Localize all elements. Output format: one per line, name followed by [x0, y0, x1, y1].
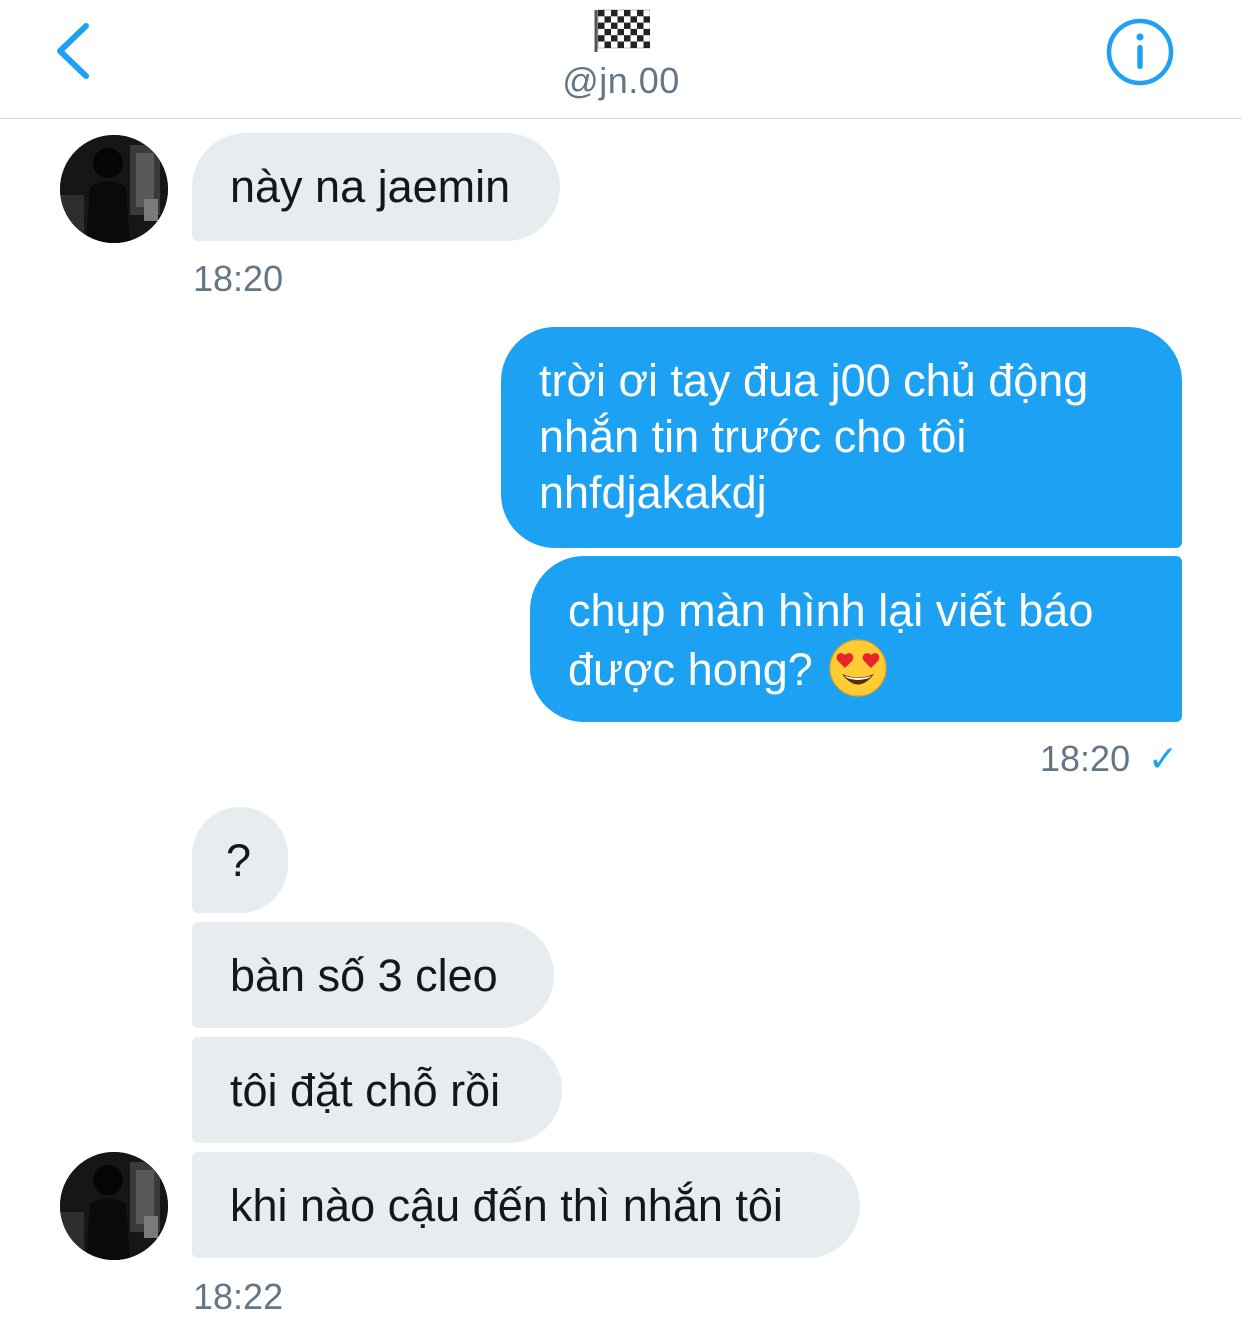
- message-timestamp: 18:20: [1040, 738, 1131, 779]
- avatar[interactable]: [60, 135, 168, 243]
- message-text-line: chụp màn hình lại viết báo: [568, 585, 1094, 636]
- message-text-line: nhfdjakakdj: [539, 467, 767, 518]
- incoming-message-bubble[interactable]: ?: [192, 807, 288, 913]
- message-text: bàn số 3 cleo: [230, 950, 498, 1001]
- conversation-handle[interactable]: @jn.00: [0, 60, 1242, 102]
- message-timestamp: 18:20: [193, 258, 284, 299]
- incoming-message-bubble[interactable]: này na jaemin: [192, 133, 560, 241]
- incoming-message-bubble[interactable]: bàn số 3 cleo: [192, 922, 554, 1028]
- avatar-photo: [60, 1152, 168, 1260]
- message-text-line: được hong?: [568, 644, 813, 695]
- message-text: này na jaemin: [230, 161, 511, 212]
- message-text: ?: [226, 835, 252, 886]
- avatar[interactable]: [60, 1152, 168, 1260]
- incoming-message-bubble[interactable]: khi nào cậu đến thì nhắn tôi: [192, 1152, 860, 1258]
- outgoing-message-bubble[interactable]: trời ơi tay đua j00 chủ động nhắn tin tr…: [501, 327, 1182, 548]
- message-text: khi nào cậu đến thì nhắn tôi: [230, 1180, 783, 1231]
- message-text-line: nhắn tin trước cho tôi: [539, 411, 967, 462]
- avatar-photo: [60, 135, 168, 243]
- incoming-message-bubble[interactable]: tôi đặt chỗ rồi: [192, 1037, 562, 1143]
- message-text-line: trời ơi tay đua j00 chủ động: [539, 355, 1089, 406]
- conversation-header: @jn.00: [0, 0, 1242, 119]
- heart-eyes-emoji-icon: [829, 639, 887, 697]
- outgoing-message-bubble[interactable]: chụp màn hình lại viết báo được hong?: [530, 556, 1182, 722]
- message-timestamp: 18:22: [193, 1276, 284, 1317]
- message-text: tôi đặt chỗ rồi: [230, 1065, 501, 1116]
- checkered-flag-icon: [594, 9, 650, 52]
- read-receipt-check-icon: ✓: [1148, 738, 1179, 779]
- info-button[interactable]: [1105, 17, 1175, 87]
- info-circle-icon: [1106, 18, 1174, 86]
